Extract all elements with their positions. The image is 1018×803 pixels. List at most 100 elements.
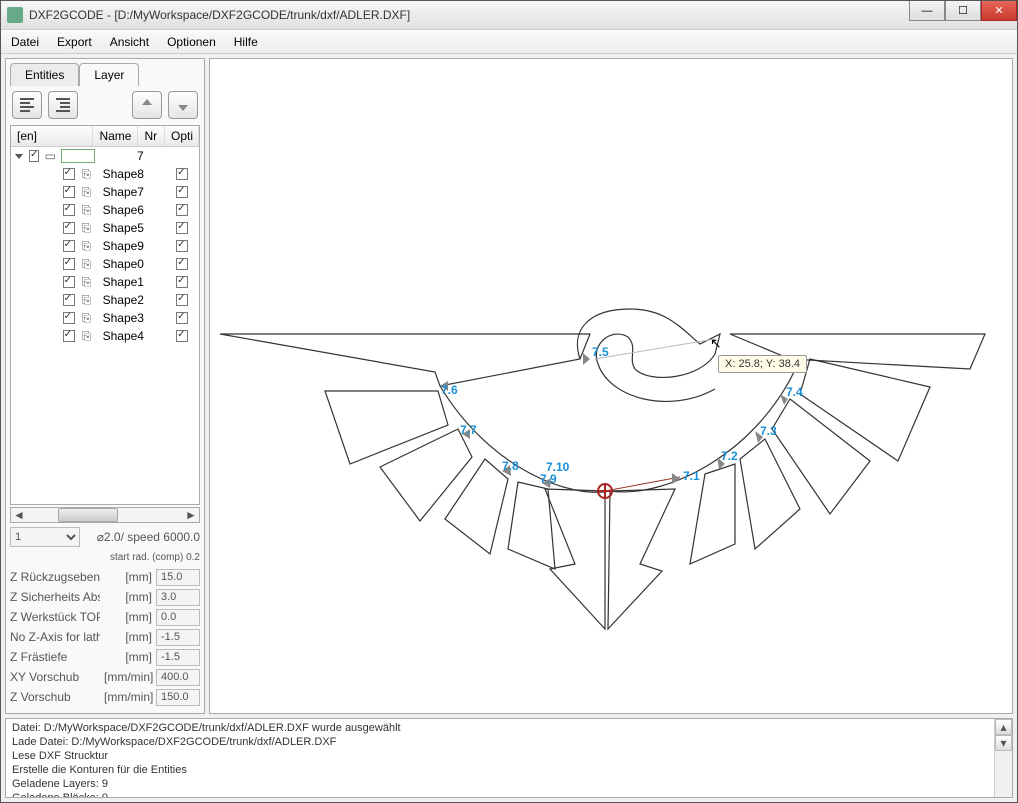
params-panel: 1 ⌀2.0/ speed 6000.0 start rad. (comp) 0… (6, 525, 204, 713)
param-label: Z Vorschub (10, 690, 100, 704)
row-name: Shape (101, 257, 138, 271)
menu-view[interactable]: Ansicht (110, 35, 149, 49)
log-scrollbar[interactable]: ▴▾ (994, 719, 1012, 797)
row-opt-checkbox[interactable] (176, 186, 188, 198)
root-checkbox[interactable] (29, 150, 39, 162)
tool-select[interactable]: 1 (10, 527, 80, 547)
app-icon (7, 7, 23, 23)
tree-row[interactable]: ⎘Shape4 (11, 327, 199, 345)
side-panel: Entities Layer [en] Name Nr Opti (5, 58, 205, 714)
row-checkbox[interactable] (63, 222, 75, 234)
row-opt-checkbox[interactable] (176, 240, 188, 252)
param-value[interactable] (156, 689, 200, 706)
row-checkbox[interactable] (63, 186, 75, 198)
titlebar: DXF2GCODE - [D:/MyWorkspace/DXF2GCODE/tr… (1, 1, 1017, 30)
param-label: Z Frästiefe (10, 650, 100, 664)
tree-row[interactable]: ⎘Shape3 (11, 309, 199, 327)
row-opt-checkbox[interactable] (176, 168, 188, 180)
row-checkbox[interactable] (63, 330, 75, 342)
row-name: Shape (101, 275, 138, 289)
shape-label: 7.9 (540, 472, 557, 486)
shape-label: 7.7 (460, 423, 477, 437)
tree-row[interactable]: ⎘Shape5 (11, 219, 199, 237)
move-down-button[interactable] (168, 91, 198, 119)
tab-entities[interactable]: Entities (10, 63, 79, 86)
align-left-button[interactable] (12, 91, 42, 119)
shape-icon: ⎘ (79, 239, 95, 254)
row-opt-checkbox[interactable] (176, 330, 188, 342)
drawing-canvas[interactable]: 7.57.67.77.87.107.97.17.27.37.4 ↖ X: 25.… (209, 58, 1013, 714)
tree-root-row[interactable]: ▭ 7 (11, 147, 199, 165)
root-name-input[interactable] (61, 149, 95, 163)
tree-row[interactable]: ⎘Shape2 (11, 291, 199, 309)
menu-export[interactable]: Export (57, 35, 92, 49)
coord-tooltip: X: 25.8; Y: 38.4 (718, 355, 807, 373)
menu-file[interactable]: Datei (11, 35, 39, 49)
param-row: Z Werkstück TOP[mm] (10, 607, 200, 627)
row-opt-checkbox[interactable] (176, 204, 188, 216)
row-checkbox[interactable] (63, 312, 75, 324)
param-row: Z Rückzugsebene [mm] (10, 567, 200, 587)
row-opt-checkbox[interactable] (176, 222, 188, 234)
shape-label: 7.6 (441, 383, 458, 397)
tree-row[interactable]: ⎘Shape1 (11, 273, 199, 291)
close-button[interactable]: ✕ (981, 1, 1017, 21)
th-name[interactable]: Name (93, 126, 138, 146)
param-row: Z Vorschub[mm/min] (10, 687, 200, 707)
align-indent-button[interactable] (48, 91, 78, 119)
row-name: Shape (101, 239, 138, 253)
row-name: Shape (101, 311, 138, 325)
row-checkbox[interactable] (63, 294, 75, 306)
th-nr[interactable]: Nr (138, 126, 165, 146)
param-unit: [mm] (104, 650, 152, 664)
tree-row[interactable]: ⎘Shape7 (11, 183, 199, 201)
tree-row[interactable]: ⎘Shape0 (11, 255, 199, 273)
expand-icon[interactable] (15, 154, 23, 159)
param-value[interactable] (156, 609, 200, 626)
row-nr: 9 (137, 239, 165, 253)
row-name: Shape (101, 203, 138, 217)
th-en[interactable]: [en] (11, 126, 93, 146)
param-value[interactable] (156, 589, 200, 606)
maximize-button[interactable]: ☐ (945, 1, 981, 21)
tree-row[interactable]: ⎘ Shape9 (11, 237, 199, 255)
row-nr: 2 (137, 293, 165, 307)
shape-icon: ⎘ (79, 329, 95, 344)
layer-tree[interactable]: [en] Name Nr Opti ▭ 7 ⎘ Shape (10, 125, 200, 505)
log-line: Lese DXF Strucktur (12, 749, 1006, 763)
move-up-button[interactable] (132, 91, 162, 119)
tree-row[interactable]: ⎘Shape8 (11, 165, 199, 183)
log-panel[interactable]: Datei: D:/MyWorkspace/DXF2GCODE/trunk/dx… (5, 718, 1013, 798)
row-nr: 0 (137, 257, 165, 271)
menu-help[interactable]: Hilfe (234, 35, 258, 49)
shape-label: 7.3 (760, 424, 777, 438)
param-value[interactable] (156, 669, 200, 686)
row-opt-checkbox[interactable] (176, 258, 188, 270)
tab-layer[interactable]: Layer (79, 63, 139, 86)
th-opt[interactable]: Opti (165, 126, 199, 146)
root-nr: 7 (137, 149, 165, 163)
shape-icon: ⎘ (79, 311, 95, 326)
row-checkbox[interactable] (63, 276, 75, 288)
tree-hscroll[interactable]: ◄► (10, 507, 200, 523)
param-value[interactable] (156, 569, 200, 586)
tree-row[interactable]: ⎘Shape6 (11, 201, 199, 219)
row-opt-checkbox[interactable] (176, 294, 188, 306)
row-opt-checkbox[interactable] (176, 312, 188, 324)
row-checkbox[interactable] (63, 204, 75, 216)
shape-icon: ⎘ (79, 203, 95, 218)
row-checkbox[interactable] (63, 168, 75, 180)
param-label: Z Rückzugsebene (10, 570, 100, 584)
param-value[interactable] (156, 629, 200, 646)
shape-label: 7.8 (502, 459, 519, 473)
param-value[interactable] (156, 649, 200, 666)
row-checkbox[interactable] (63, 240, 75, 252)
row-opt-checkbox[interactable] (176, 276, 188, 288)
minimize-button[interactable]: — (909, 1, 945, 21)
param-unit: [mm] (104, 590, 152, 604)
row-checkbox[interactable] (63, 258, 75, 270)
menu-options[interactable]: Optionen (167, 35, 216, 49)
param-unit: [mm] (104, 570, 152, 584)
shape-icon: ⎘ (79, 167, 95, 182)
param-label: No Z-Axis for lathe (10, 630, 100, 644)
